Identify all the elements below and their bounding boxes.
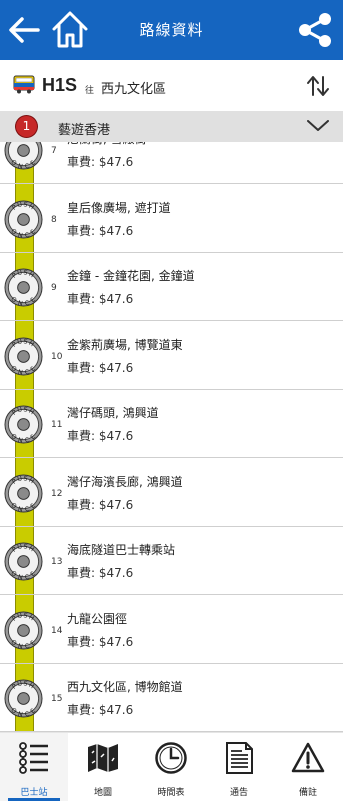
stop-name: 金紫荊廣場, 博覽道東 <box>67 338 183 352</box>
stop-name: 灣仔碼頭, 鴻興道 <box>67 406 159 420</box>
stop-sequence-number: 8 <box>51 215 57 225</box>
push-once-button-icon[interactable]: PUSHONCE <box>4 337 43 376</box>
tab-map[interactable]: 地圖 <box>69 733 137 801</box>
push-once-button-icon[interactable]: PUSHONCE <box>4 405 43 444</box>
stop-sequence-number: 12 <box>51 489 63 499</box>
tour-selector[interactable]: 1 藝遊香港 <box>0 111 343 142</box>
route-number: H1S <box>42 75 78 95</box>
tab-bus-stops[interactable]: 巴士站 <box>0 733 68 801</box>
stop-row[interactable]: PUSH ONCE 15 西九文化區, 博物館道 車費: $47.6 <box>0 664 343 732</box>
stop-fare: 車費: $47.6 <box>67 635 134 649</box>
stop-row[interactable]: PUSH ONCE 13 海底隧道巴士轉乘站 車費: $47.6 <box>0 527 343 595</box>
chevron-down-icon[interactable] <box>307 120 329 132</box>
stop-name: 西九文化區, 博物館道 <box>67 680 183 694</box>
push-once-button-icon[interactable]: PUSHONCE <box>4 542 43 581</box>
stop-row[interactable]: PUSH ONCE 12 灣仔海濱長廊, 鴻興道 車費: $47.6 <box>0 459 343 527</box>
stop-name: 尼蘭街, 雪廠街 <box>67 142 147 147</box>
tour-name: 藝遊香港 <box>58 123 111 138</box>
stop-row[interactable]: PUSH ONCE 9 金鐘 - 金鐘花園, 金鐘道 車費: $47.6 <box>0 253 343 321</box>
stop-sequence-number: 13 <box>51 557 63 567</box>
stop-sequence-number: 15 <box>51 694 63 704</box>
warning-icon <box>291 742 325 773</box>
app-header: 路線資料 <box>0 0 343 60</box>
stop-fare: 車費: $47.6 <box>67 429 134 443</box>
stop-name: 金鐘 - 金鐘花園, 金鐘道 <box>67 269 195 283</box>
stop-fare: 車費: $47.6 <box>67 224 134 238</box>
stop-fare: 車費: $47.6 <box>67 155 134 169</box>
tab-label: 地圖 <box>93 788 112 798</box>
stop-sequence-number: 9 <box>51 283 57 293</box>
stop-list[interactable]: PUSHONCE 7 尼蘭街, 雪廠街車費: $47.6 PUSHONCE 8 皇后像廣場… <box>0 142 343 732</box>
stop-row[interactable]: PUSH ONCE 11 灣仔碼頭, 鴻興道 車費: $47.6 <box>0 390 343 458</box>
tour-number-badge: 1 <box>16 116 37 137</box>
route-destination: 西九文化區 <box>101 82 167 97</box>
map-icon <box>88 744 118 772</box>
stop-row[interactable]: PUSH ONCE 10 金紫荊廣場, 博覽道東 車費: $47.6 <box>0 322 343 390</box>
route-bar: H1S 往 西九文化區 <box>0 60 343 110</box>
stop-name: 海底隧道巴士轉乘站 <box>67 543 176 557</box>
tab-label: 巴士站 <box>20 788 48 798</box>
clock-icon <box>155 742 187 774</box>
tab-label: 備註 <box>298 788 317 798</box>
towards-label: 往 <box>85 86 95 96</box>
tab-label: 通告 <box>229 788 248 798</box>
bottom-tab-bar: 巴士站 地圖 時間表 通告 備註 <box>0 732 343 801</box>
bus-icon <box>13 75 35 94</box>
stop-row[interactable]: PUSH ONCE 14 九龍公園徑車費: $47.6 <box>0 596 343 664</box>
stop-name: 九龍公園徑 <box>67 612 128 626</box>
stop-fare: 車費: $47.6 <box>67 361 134 375</box>
push-once-button-icon[interactable]: PUSHONCE <box>4 474 43 513</box>
stop-row[interactable]: PUSH ONCE 8 皇后像廣場, 遮打道 車費: $47.6 <box>0 185 343 253</box>
stop-sequence-number: 14 <box>51 626 63 636</box>
page-title: 路線資料 <box>139 21 204 39</box>
notice-document-icon <box>226 742 253 774</box>
stop-row[interactable]: PUSHONCE 7 尼蘭街, 雪廠街車費: $47.6 <box>0 142 343 184</box>
stop-fare: 車費: $47.6 <box>67 703 134 717</box>
share-icon[interactable] <box>296 11 334 49</box>
stop-fare: 車費: $47.6 <box>67 292 134 306</box>
stop-sequence-number: 7 <box>51 146 57 156</box>
push-once-button-icon[interactable]: PUSHONCE <box>4 611 43 650</box>
tab-remarks[interactable]: 備註 <box>274 733 342 801</box>
push-once-button-icon[interactable]: PUSHONCE <box>4 679 43 718</box>
tab-notices[interactable]: 通告 <box>205 733 273 801</box>
push-once-button-icon[interactable]: PUSHONCE <box>4 200 43 239</box>
stop-fare: 車費: $47.6 <box>67 498 134 512</box>
stop-name: 灣仔海濱長廊, 鴻興道 <box>67 475 183 489</box>
tab-timetable[interactable]: 時間表 <box>137 733 205 801</box>
tab-label: 時間表 <box>157 788 185 798</box>
stop-name: 皇后像廣場, 遮打道 <box>67 201 171 215</box>
bus-stop-list-icon <box>19 742 48 774</box>
stop-sequence-number: 11 <box>51 420 63 430</box>
stop-sequence-number: 10 <box>51 352 63 362</box>
push-once-button-icon[interactable]: PUSHONCE <box>4 268 43 307</box>
swap-direction-icon[interactable] <box>306 75 330 97</box>
push-once-button-icon[interactable]: PUSHONCE <box>4 142 43 170</box>
stop-fare: 車費: $47.6 <box>67 566 134 580</box>
